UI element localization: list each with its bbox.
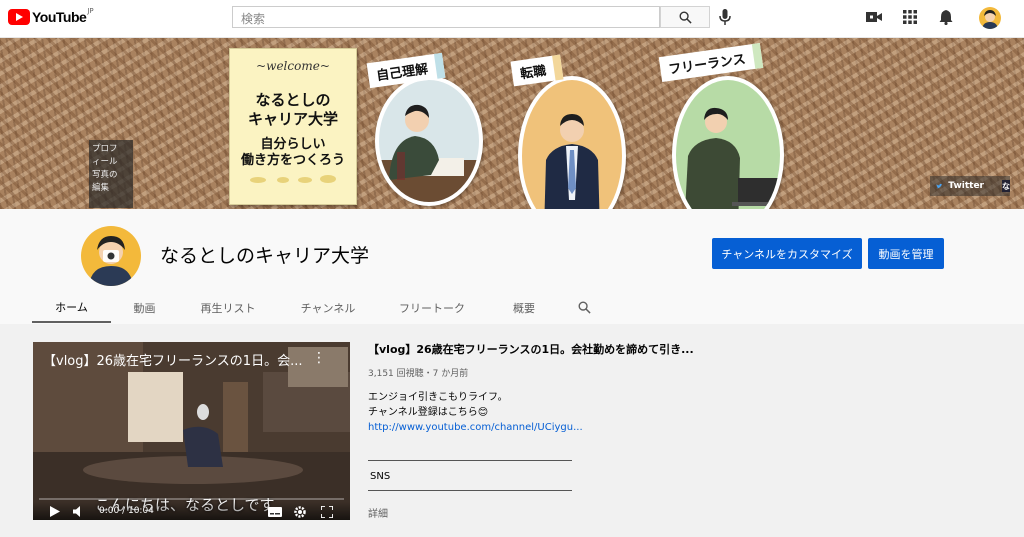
person-writing-icon <box>379 104 479 202</box>
featured-video-description: エンジョイ引きこもりライフ。 チャンネル登録はこちら😊 http://www.y… <box>368 390 583 435</box>
logo-text: YouTube <box>32 9 87 25</box>
search-icon <box>578 301 591 314</box>
channel-tabs: ホーム 動画 再生リスト チャンネル フリートーク 概要 <box>32 292 606 323</box>
featured-video-title[interactable]: 【vlog】26歳在宅フリーランスの1日。会社勤めを諦めて引き... <box>368 341 694 357</box>
twitter-bird-icon <box>936 183 943 188</box>
tab-channels[interactable]: チャンネル <box>278 292 378 323</box>
search-input[interactable]: 検索 <box>232 6 660 28</box>
apps-button[interactable] <box>903 9 917 28</box>
create-video-button[interactable] <box>866 9 882 28</box>
welcome-card: ~welcome~ なるとしの キャリア大学 自分らしい 働き方をつくろう <box>229 48 357 205</box>
twitter-link[interactable]: Twitter な <box>930 176 1010 196</box>
player-controls: 0:00 / 10:04 <box>33 498 350 520</box>
volume-icon[interactable] <box>73 506 85 517</box>
tab-playlists[interactable]: 再生リスト <box>178 292 278 323</box>
twitter-label: Twitter <box>948 181 984 191</box>
animals-silhouette-icon <box>250 175 336 183</box>
description-line1: エンジョイ引きこもりライフ。 <box>368 392 508 403</box>
tab-search[interactable] <box>562 292 606 323</box>
play-icon[interactable] <box>50 506 60 517</box>
tab-about[interactable]: 概要 <box>486 292 562 323</box>
country-code: JP <box>87 7 94 15</box>
banner-subtitle: 自分らしい 働き方をつくろう <box>230 137 356 169</box>
manage-videos-button[interactable]: 動画を管理 <box>868 238 944 269</box>
top-bar: YouTube JP 検索 <box>0 0 1024 38</box>
video-camera-icon <box>866 12 882 22</box>
banner-title-line2: キャリア大学 <box>247 110 338 128</box>
banner-title-line1: なるとしの <box>255 91 331 109</box>
profile-edit-line1: プロフ <box>92 144 118 154</box>
progress-bar[interactable] <box>39 498 344 500</box>
bell-icon <box>939 10 953 26</box>
subtitles-icon[interactable] <box>268 507 282 517</box>
fullscreen-icon[interactable] <box>321 506 333 518</box>
settings-gear-icon[interactable] <box>294 506 306 518</box>
welcome-text: ~welcome~ <box>256 59 330 73</box>
channel-name: なるとしのキャリア大学 <box>160 245 370 267</box>
search-icon <box>679 11 692 24</box>
person-suit-icon <box>544 114 600 209</box>
banner-subtitle-line1: 自分らしい <box>260 137 326 152</box>
featured-video-player[interactable]: 【vlog】26歳在宅フリーランスの1日。会... ⋮ こんにちは、なるとしです… <box>33 342 350 520</box>
job-change-photo <box>518 76 626 209</box>
mic-button[interactable] <box>719 8 731 30</box>
apps-grid-icon <box>903 10 917 24</box>
youtube-play-icon <box>8 9 30 25</box>
more-options-icon[interactable]: ⋮ <box>312 350 326 366</box>
account-avatar[interactable] <box>979 7 1001 29</box>
profile-edit-line4: 編集 <box>92 183 110 193</box>
channel-avatar-illustration-icon <box>89 236 133 286</box>
customize-channel-button[interactable]: チャンネルをカスタマイズ <box>712 238 862 269</box>
avatar-illustration-icon <box>982 10 998 29</box>
tab-free-talk[interactable]: フリートーク <box>378 292 486 323</box>
youtube-logo[interactable]: YouTube JP <box>8 7 94 25</box>
banner-title: なるとしの キャリア大学 <box>230 91 356 129</box>
player-time: 0:00 / 10:04 <box>99 506 154 516</box>
mic-icon <box>719 9 731 25</box>
notifications-button[interactable] <box>939 9 953 29</box>
divider <box>368 460 572 461</box>
featured-video-meta: 3,151 回視聴・7 か月前 <box>368 369 469 379</box>
site-link-icon[interactable]: な <box>1002 180 1010 192</box>
self-understanding-photo <box>375 76 483 206</box>
show-more-link[interactable]: 詳細 <box>368 505 388 520</box>
profile-edit-line3: 写真の <box>92 170 118 180</box>
edit-profile-photo-overlay[interactable]: プロフ ィール 写真の 編集 <box>89 140 133 208</box>
description-link[interactable]: http://www.youtube.com/channel/UCiygu... <box>368 420 583 435</box>
profile-edit-line2: ィール <box>92 157 118 167</box>
description-line2: チャンネル登録はこちら😊 <box>368 407 489 418</box>
tab-home[interactable]: ホーム <box>32 292 111 323</box>
freelance-photo <box>672 76 784 209</box>
tab-videos[interactable]: 動画 <box>111 292 178 323</box>
player-title[interactable]: 【vlog】26歳在宅フリーランスの1日。会... <box>43 350 323 369</box>
person-laptop-icon <box>685 107 780 209</box>
channel-avatar[interactable] <box>81 226 141 286</box>
search-button[interactable] <box>660 6 710 28</box>
banner-subtitle-line2: 働き方をつくろう <box>240 153 345 168</box>
tag-freelance: フリーランス <box>658 43 763 82</box>
channel-banner: ~welcome~ なるとしの キャリア大学 自分らしい 働き方をつくろう 自己… <box>0 38 1024 209</box>
sns-label: SNS <box>370 471 391 482</box>
divider <box>368 490 572 491</box>
